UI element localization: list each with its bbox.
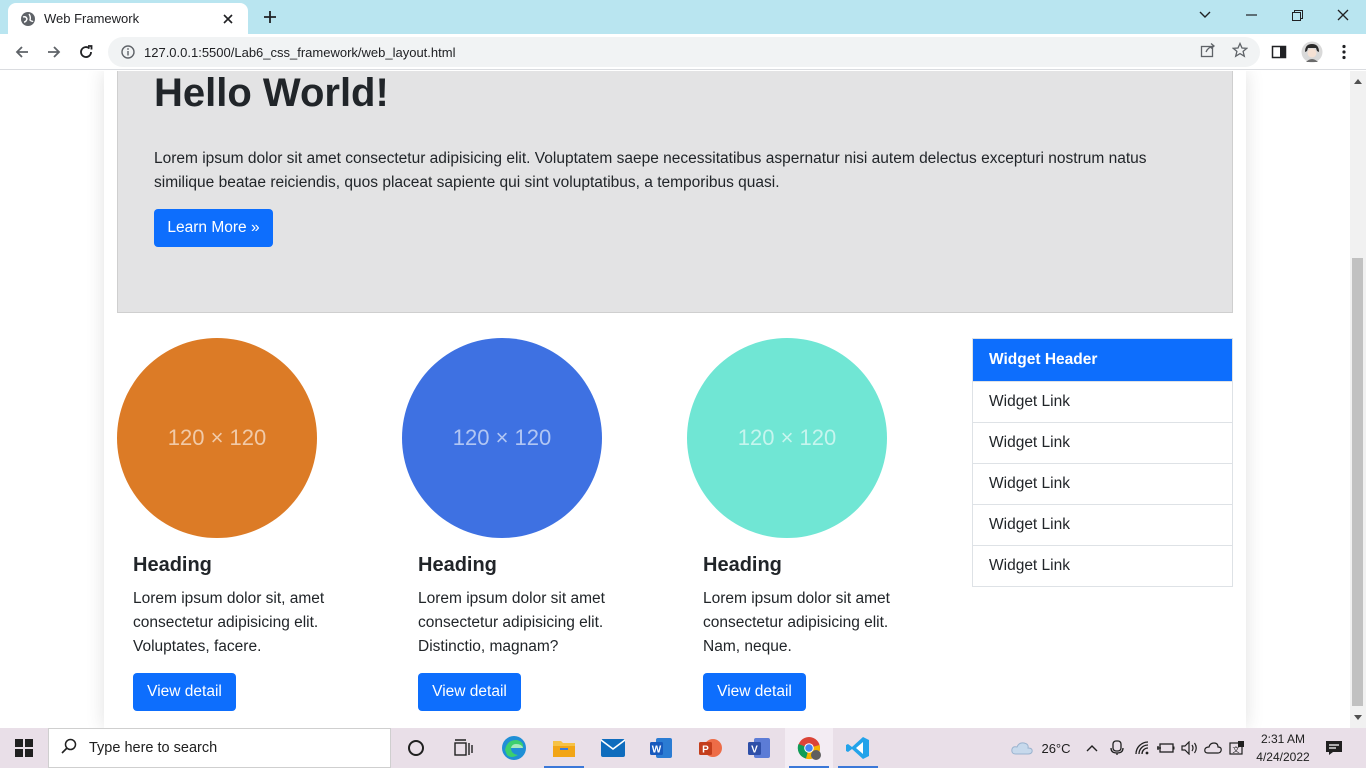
card-heading: Heading	[418, 554, 497, 576]
scroll-up-arrow-icon[interactable]	[1350, 73, 1366, 89]
feature-card: 120 × 120 Heading Lorem ipsum dolor sit …	[402, 338, 642, 711]
url-text: 127.0.0.1:5500/Lab6_css_framework/web_la…	[144, 44, 456, 60]
svg-text:文: 文	[1233, 745, 1240, 754]
card-heading: Heading	[703, 554, 782, 576]
visual-studio-icon[interactable]: V	[735, 728, 783, 768]
globe-icon	[20, 11, 36, 27]
new-tab-button[interactable]	[258, 6, 282, 28]
chevron-up-icon[interactable]	[1082, 728, 1102, 768]
view-detail-button[interactable]: View detail	[133, 673, 236, 711]
widget-header: Widget Header	[973, 339, 1232, 381]
svg-text:V: V	[751, 745, 758, 756]
card-heading: Heading	[133, 554, 212, 576]
tab-search-chevron-icon[interactable]	[1182, 0, 1228, 30]
temperature-text[interactable]: 26°C	[1038, 728, 1074, 768]
cortana-icon[interactable]	[392, 728, 440, 768]
widget-link[interactable]: Widget Link	[973, 381, 1232, 422]
windows-taskbar: Type here to search W P V 26°C 文 2:31 AM…	[0, 728, 1366, 768]
widget-link[interactable]: Widget Link	[973, 545, 1232, 586]
close-window-button[interactable]	[1320, 0, 1366, 30]
widget-link[interactable]: Widget Link	[973, 504, 1232, 545]
word-icon[interactable]: W	[637, 728, 685, 768]
search-placeholder: Type here to search	[89, 740, 218, 756]
feature-card: 120 × 120 Heading Lorem ipsum dolor sit,…	[117, 338, 357, 711]
browser-tab[interactable]: Web Framework	[8, 3, 248, 34]
placeholder-image: 120 × 120	[687, 338, 887, 538]
notification-icon[interactable]	[1318, 728, 1350, 768]
placeholder-image: 120 × 120	[117, 338, 317, 538]
widget-list: Widget Header Widget Link Widget Link Wi…	[972, 338, 1233, 587]
card-text: Lorem ipsum dolor sit amet consectetur a…	[418, 590, 605, 655]
chrome-icon[interactable]	[785, 728, 833, 768]
close-icon[interactable]	[218, 9, 238, 29]
scrollbar-thumb[interactable]	[1352, 258, 1363, 706]
learn-more-button[interactable]: Learn More »	[154, 209, 273, 247]
scroll-down-arrow-icon[interactable]	[1350, 710, 1366, 726]
wifi-icon[interactable]	[1132, 728, 1154, 768]
page-viewport: Hello World! Lorem ipsum dolor sit amet …	[0, 71, 1350, 728]
more-options-icon[interactable]	[1331, 39, 1357, 65]
placeholder-image: 120 × 120	[402, 338, 602, 538]
jumbotron-title: Hello World!	[154, 71, 389, 115]
jumbotron-text: Lorem ipsum dolor sit amet consectetur a…	[154, 150, 1147, 191]
side-panel-icon[interactable]	[1266, 39, 1292, 65]
weather-cloud-icon[interactable]	[1006, 728, 1038, 768]
clock-date: 4/24/2022	[1256, 750, 1310, 764]
svg-text:W: W	[652, 745, 662, 756]
meet-now-icon[interactable]	[1106, 728, 1128, 768]
share-icon[interactable]	[1199, 41, 1217, 59]
search-icon	[61, 738, 77, 759]
forward-arrow-icon[interactable]	[40, 38, 68, 66]
vertical-scrollbar[interactable]	[1350, 71, 1366, 728]
system-clock[interactable]: 2:31 AM 4/24/2022	[1250, 730, 1316, 766]
input-language-icon[interactable]: 文	[1226, 728, 1248, 768]
mail-icon[interactable]	[589, 728, 637, 768]
vscode-icon[interactable]	[834, 728, 882, 768]
taskbar-search-box[interactable]: Type here to search	[48, 728, 391, 768]
jumbotron: Hello World! Lorem ipsum dolor sit amet …	[117, 71, 1233, 313]
view-detail-button[interactable]: View detail	[703, 673, 806, 711]
onedrive-cloud-icon[interactable]	[1202, 728, 1224, 768]
edge-icon[interactable]	[490, 728, 538, 768]
info-icon[interactable]	[120, 44, 136, 60]
browser-toolbar: 127.0.0.1:5500/Lab6_css_framework/web_la…	[0, 34, 1366, 70]
file-explorer-icon[interactable]	[540, 728, 588, 768]
tab-title: Web Framework	[44, 11, 140, 26]
reload-icon[interactable]	[72, 38, 100, 66]
profile-avatar[interactable]	[1299, 39, 1325, 65]
card-text: Lorem ipsum dolor sit, amet consectetur …	[133, 590, 325, 655]
svg-text:P: P	[702, 745, 709, 756]
task-view-icon[interactable]	[440, 728, 488, 768]
address-bar[interactable]: 127.0.0.1:5500/Lab6_css_framework/web_la…	[108, 37, 1260, 67]
card-text: Lorem ipsum dolor sit amet consectetur a…	[703, 590, 890, 655]
browser-tab-strip: Web Framework	[0, 0, 1366, 34]
feature-card: 120 × 120 Heading Lorem ipsum dolor sit …	[687, 338, 927, 711]
battery-plug-icon[interactable]	[1155, 728, 1177, 768]
restore-button[interactable]	[1274, 0, 1320, 30]
view-detail-button[interactable]: View detail	[418, 673, 521, 711]
minimize-button[interactable]	[1228, 0, 1274, 30]
windows-start-icon[interactable]	[0, 728, 48, 768]
widget-link[interactable]: Widget Link	[973, 422, 1232, 463]
back-arrow-icon[interactable]	[8, 38, 36, 66]
widget-link[interactable]: Widget Link	[973, 463, 1232, 504]
powerpoint-icon[interactable]: P	[686, 728, 734, 768]
volume-icon[interactable]	[1179, 728, 1201, 768]
bookmark-star-icon[interactable]	[1231, 41, 1249, 59]
clock-time: 2:31 AM	[1260, 732, 1306, 746]
